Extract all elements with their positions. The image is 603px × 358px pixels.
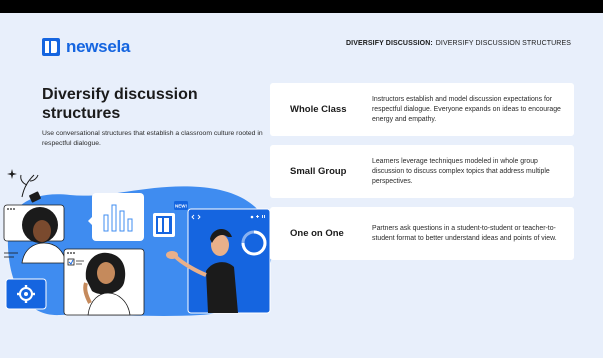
breadcrumb-page: DIVERSIFY DISCUSSION STRUCTURES — [435, 40, 571, 47]
breadcrumb: DIVERSIFY DISCUSSION: DIVERSIFY DISCUSSIO… — [346, 40, 571, 47]
newsela-logo[interactable]: newsela — [42, 37, 130, 57]
breadcrumb-section: DIVERSIFY DISCUSSION: — [346, 40, 433, 47]
sparkle-icon — [7, 169, 17, 179]
structure-card-whole-class: Whole Class Instructors establish and mo… — [270, 83, 574, 136]
top-bar — [0, 0, 603, 13]
structure-label: One on One — [290, 228, 344, 239]
classroom-discussion-illustration: NEW! — [3, 169, 273, 316]
new-badge-label: NEW! — [175, 204, 187, 209]
structure-label: Small Group — [290, 166, 347, 177]
structure-label: Whole Class — [290, 104, 347, 115]
page-content: newsela DIVERSIFY DISCUSSION: DIVERSIFY D… — [0, 13, 603, 358]
brand-name: newsela — [66, 37, 131, 56]
newsela-tile-icon — [156, 216, 172, 234]
window-dots-icon — [7, 208, 15, 210]
structure-description: Partners ask questions in a student-to-s… — [372, 224, 557, 242]
structure-description: Instructors establish and model discussi… — [372, 95, 561, 123]
window-dots-icon-center — [67, 252, 75, 254]
structure-description: Learners leverage techniques modeled in … — [372, 157, 550, 185]
page-subtitle: Use conversational structures that estab… — [42, 130, 263, 147]
structure-card-small-group: Small Group Learners leverage techniques… — [270, 145, 574, 198]
newsela-logo-icon — [42, 38, 60, 56]
structure-card-one-on-one: One on One Partners ask questions in a s… — [270, 207, 574, 260]
chart-card — [92, 193, 144, 241]
page-title: Diversify discussion structures — [42, 86, 198, 122]
